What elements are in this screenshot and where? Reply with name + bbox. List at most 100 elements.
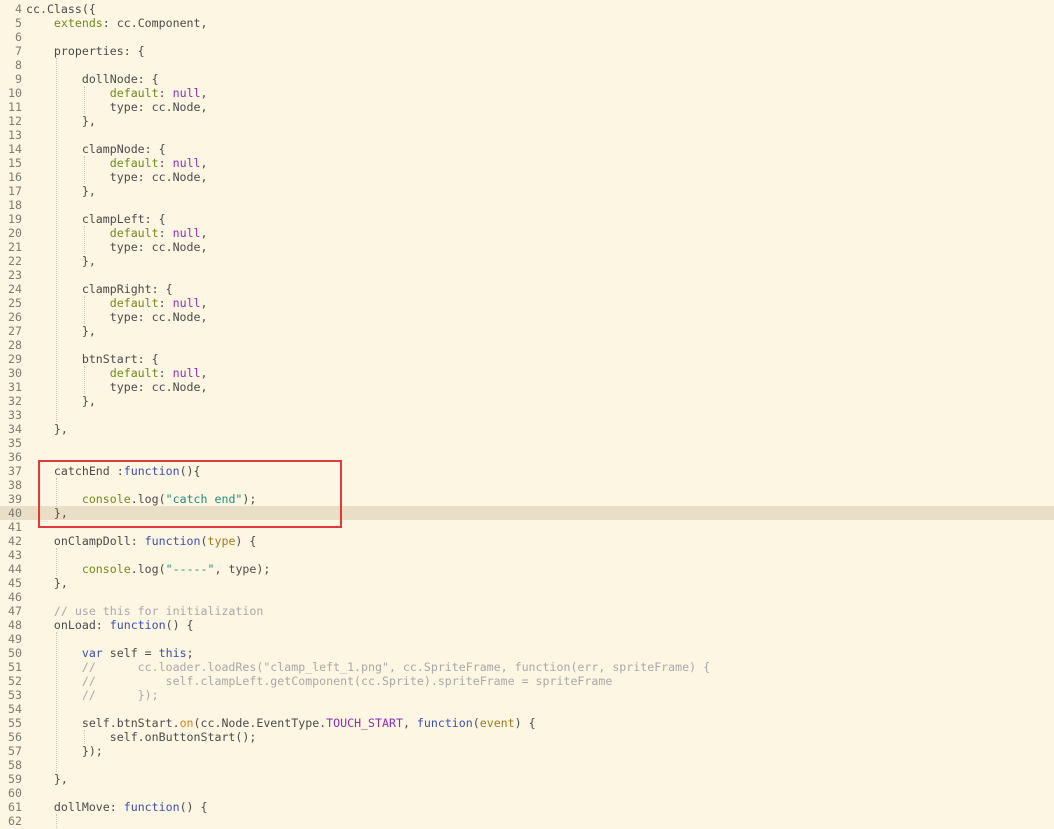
code-token: , <box>200 226 208 240</box>
line-code: }, <box>26 394 96 408</box>
line-number: 6 <box>15 30 22 44</box>
line-number: 15 <box>8 156 22 170</box>
line-code: default: null, <box>26 366 208 380</box>
line-code: }, <box>26 576 68 590</box>
line-number: 37 <box>8 464 22 478</box>
code-token: // }); <box>26 688 159 702</box>
line-code: default: null, <box>26 86 208 100</box>
line-number: 27 <box>8 324 22 338</box>
line-number: 53 <box>8 688 22 702</box>
line-number: 60 <box>8 786 22 800</box>
code-token: onClampDoll: <box>26 534 145 548</box>
code-token: }, <box>26 114 96 128</box>
line-number: 17 <box>8 184 22 198</box>
line-number: 47 <box>8 604 22 618</box>
code-token: properties: { <box>26 44 145 58</box>
code-token: clampNode: { <box>26 142 166 156</box>
line-code: type: cc.Node, <box>26 240 208 254</box>
line-number: 11 <box>8 100 22 114</box>
line-code: extends: cc.Component, <box>26 16 208 30</box>
line-number: 32 <box>8 394 22 408</box>
line-number: 42 <box>8 534 22 548</box>
line-number: 58 <box>8 758 22 772</box>
line-code: console.log("-----", type); <box>26 562 271 576</box>
line-number: 56 <box>8 730 22 744</box>
line-code: catchEnd :function(){ <box>26 464 201 478</box>
code-token: self.btnStart. <box>26 716 180 730</box>
code-token: , <box>200 296 208 310</box>
line-code: }, <box>26 184 96 198</box>
line-code: // cc.loader.loadRes("clamp_left_1.png",… <box>26 660 710 674</box>
line-number: 24 <box>8 282 22 296</box>
line-number: 20 <box>8 226 22 240</box>
code-token: var <box>81 646 103 660</box>
line-number: 23 <box>8 268 22 282</box>
line-number: 35 <box>8 436 22 450</box>
line-code: onLoad: function() { <box>26 618 194 632</box>
code-token: }, <box>26 184 96 198</box>
line-code: }, <box>26 254 96 268</box>
code-token: ( <box>200 534 208 548</box>
code-token: // cc.loader.loadRes("clamp_left_1.png",… <box>26 660 711 674</box>
line-code: // }); <box>26 688 159 702</box>
code-token: default <box>109 156 159 170</box>
code-token: type: cc.Node, <box>26 100 208 114</box>
code-token: null <box>172 226 201 240</box>
line-number: 52 <box>8 674 22 688</box>
code-token: .log( <box>130 562 166 576</box>
line-number: 39 <box>8 492 22 506</box>
code-token: , <box>402 716 417 730</box>
line-number: 16 <box>8 170 22 184</box>
line-number: 8 <box>15 58 22 72</box>
code-token: : <box>158 226 173 240</box>
line-number: 22 <box>8 254 22 268</box>
line-code: // self.clampLeft.getComponent(cc.Sprite… <box>26 674 613 688</box>
line-number: 43 <box>8 548 22 562</box>
code-token: ) { <box>514 716 536 730</box>
line-number: 59 <box>8 772 22 786</box>
code-token: self = <box>102 646 159 660</box>
code-token: () { <box>179 800 208 814</box>
code-token: dollNode: { <box>26 72 159 86</box>
indent-guide <box>56 814 57 828</box>
line-code: type: cc.Node, <box>26 380 208 394</box>
code-token: clampRight: { <box>26 282 173 296</box>
line-number: 31 <box>8 380 22 394</box>
line-code: cc.Class({ <box>26 2 96 16</box>
line-code: default: null, <box>26 226 208 240</box>
code-token: clampLeft: { <box>26 212 166 226</box>
line-code: self.btnStart.on(cc.Node.EventType.TOUCH… <box>26 716 536 730</box>
code-token: event <box>479 716 515 730</box>
line-code: console.log("catch end"); <box>26 492 257 506</box>
code-token: }, <box>26 394 96 408</box>
line-number: 44 <box>8 562 22 576</box>
code-token: cc.Class({ <box>26 2 96 16</box>
code-token: ) { <box>235 534 257 548</box>
code-token: : <box>158 86 173 100</box>
line-code: properties: { <box>26 44 145 58</box>
code-token: "-----" <box>165 562 215 576</box>
code-token: type <box>207 534 236 548</box>
code-line-current[interactable]: 40 }, <box>0 506 1054 520</box>
code-token: "catch end" <box>165 492 243 506</box>
line-code: }, <box>26 324 96 338</box>
line-number: 28 <box>8 338 22 352</box>
code-token: }, <box>26 772 68 786</box>
line-code: }, <box>26 422 68 436</box>
code-editor[interactable]: 4 cc.Class({5 extends: cc.Component, 6 7 pr… <box>0 0 1054 829</box>
line-number: 41 <box>8 520 22 534</box>
line-number: 26 <box>8 310 22 324</box>
line-number: 10 <box>8 86 22 100</box>
code-token: function <box>144 534 201 548</box>
code-token: : <box>158 296 173 310</box>
code-token: function <box>123 464 180 478</box>
line-code: }, <box>26 114 96 128</box>
code-token: }, <box>26 422 68 436</box>
